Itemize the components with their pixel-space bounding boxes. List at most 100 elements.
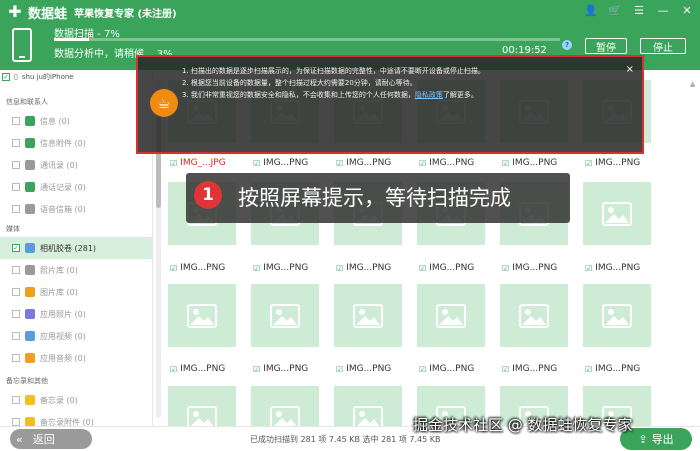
info-icon[interactable]: ? (562, 40, 572, 50)
photo-checkbox[interactable]: ☑ (253, 264, 260, 273)
photo-thumbnail[interactable] (583, 284, 651, 347)
grid-scrollbar[interactable]: ▲ (690, 80, 697, 420)
photo-caption[interactable]: ☑ IMG...PNG (419, 262, 474, 274)
photo-checkbox[interactable]: ☑ (253, 365, 260, 374)
sidebar-item[interactable]: 图片库 (0) (0, 281, 152, 303)
sidebar-item[interactable]: 信息附件 (0) (0, 132, 152, 154)
photo-checkbox[interactable]: ☑ (336, 365, 343, 374)
photo-checkbox[interactable]: ☑ (170, 264, 177, 273)
category-icon (25, 309, 35, 319)
sidebar-item[interactable]: 照片库 (0) (0, 259, 152, 281)
sidebar-item[interactable]: 应用视频 (0) (0, 325, 152, 347)
sidebar-item[interactable]: 信息 (0) (0, 110, 152, 132)
category-icon (25, 182, 35, 192)
photo-filename: IMG...PNG (595, 158, 641, 168)
cart-icon[interactable]: 🛒 (608, 3, 622, 17)
privacy-policy-link[interactable]: 隐私政策 (415, 91, 443, 99)
scroll-up-icon[interactable]: ▲ (690, 80, 695, 88)
sidebar-item[interactable]: 应用照片 (0) (0, 303, 152, 325)
device-checkbox[interactable]: ✓ (2, 73, 10, 81)
photo-checkbox[interactable]: ☑ (502, 159, 509, 168)
photo-caption[interactable]: ☑ IMG...PNG (170, 363, 225, 375)
photo-checkbox[interactable]: ☑ (170, 365, 177, 374)
back-button[interactable]: « 返回 (10, 429, 92, 449)
menu-icon[interactable]: ☰ (632, 3, 646, 17)
sidebar-item-label: 备忘录 (0) (40, 395, 78, 405)
minimize-icon[interactable]: — (656, 3, 670, 17)
photo-checkbox[interactable]: ☑ (419, 264, 426, 273)
sidebar-item-checkbox[interactable] (12, 183, 20, 191)
sidebar-section-title: 备忘录和其他 (6, 377, 48, 385)
photo-caption[interactable]: ☑ IMG...PNG (336, 363, 391, 375)
close-icon[interactable]: ✕ (680, 3, 694, 17)
photo-caption[interactable]: ☑ IMG_...JPG (170, 157, 226, 169)
photo-checkbox[interactable]: ☑ (419, 365, 426, 374)
stop-button[interactable]: 停止 (640, 38, 686, 54)
photo-caption[interactable]: ☑ IMG...PNG (419, 157, 474, 169)
sidebar-item-checkbox[interactable] (12, 266, 20, 274)
sidebar-item-checkbox[interactable] (12, 139, 20, 147)
photo-caption[interactable]: ☑ IMG...PNG (502, 363, 557, 375)
sidebar-item-checkbox[interactable] (12, 288, 20, 296)
sidebar-item-checkbox[interactable] (12, 354, 20, 362)
sidebar-item-checkbox[interactable] (12, 310, 20, 318)
photo-caption[interactable]: ☑ IMG...PNG (419, 363, 474, 375)
category-icon (25, 353, 35, 363)
photo-filename: IMG...PNG (595, 364, 641, 374)
photo-thumbnail[interactable] (500, 284, 568, 347)
photo-caption[interactable]: ☑ IMG...PNG (170, 262, 225, 274)
photo-checkbox[interactable]: ☑ (253, 159, 260, 168)
photo-caption[interactable]: ☑ IMG...PNG (585, 262, 640, 274)
sidebar-item[interactable]: 通话记录 (0) (0, 176, 152, 198)
photo-checkbox[interactable]: ☑ (585, 264, 592, 273)
photo-thumbnail[interactable] (583, 182, 651, 245)
sidebar-item-checkbox[interactable] (12, 418, 20, 426)
device-row[interactable]: ✓ ▯ shu ju的iPhone (0, 70, 152, 84)
sidebar-section-title: 信息和联系人 (6, 98, 48, 106)
photo-thumbnail[interactable] (168, 284, 236, 347)
notice-close-icon[interactable]: × (626, 64, 634, 75)
photo-checkbox[interactable]: ☑ (502, 365, 509, 374)
sidebar-item-checkbox[interactable] (12, 161, 20, 169)
photo-checkbox[interactable]: ☑ (336, 159, 343, 168)
sidebar-item[interactable]: 备忘录 (0) (0, 389, 152, 411)
sidebar-item-checkbox[interactable] (12, 332, 20, 340)
sidebar-item-checkbox[interactable]: ✓ (12, 244, 20, 252)
photo-checkbox[interactable]: ☑ (585, 159, 592, 168)
photo-checkbox[interactable]: ☑ (170, 159, 177, 168)
sidebar-item[interactable]: 通讯录 (0) (0, 154, 152, 176)
photo-caption[interactable]: ☑ IMG...PNG (585, 363, 640, 375)
photo-caption[interactable]: ☑ IMG...PNG (336, 262, 391, 274)
photo-caption[interactable]: ☑ IMG...PNG (336, 157, 391, 169)
photo-caption[interactable]: ☑ IMG...PNG (253, 262, 308, 274)
photo-thumbnail[interactable] (168, 386, 236, 426)
image-placeholder-icon (353, 303, 383, 328)
photo-caption[interactable]: ☑ IMG...PNG (253, 363, 308, 375)
sidebar-item[interactable]: 语音信箱 (0) (0, 198, 152, 220)
photo-thumbnail[interactable] (251, 386, 319, 426)
sidebar-item-checkbox[interactable] (12, 396, 20, 404)
photo-checkbox[interactable]: ☑ (502, 264, 509, 273)
image-placeholder-icon (187, 303, 217, 328)
photo-thumbnail[interactable] (334, 386, 402, 426)
pause-button[interactable]: 暂停 (585, 38, 627, 54)
photo-checkbox[interactable]: ☑ (419, 159, 426, 168)
photo-checkbox[interactable]: ☑ (585, 365, 592, 374)
photo-thumbnail[interactable] (251, 284, 319, 347)
sidebar-item-label: 照片库 (0) (40, 265, 78, 275)
sidebar-item-checkbox[interactable] (12, 117, 20, 125)
sidebar-item-checkbox[interactable] (12, 205, 20, 213)
photo-thumbnail[interactable] (417, 284, 485, 347)
sidebar-item[interactable]: 应用音频 (0) (0, 347, 152, 369)
photo-checkbox[interactable]: ☑ (336, 264, 343, 273)
photo-caption[interactable]: ☑ IMG...PNG (585, 157, 640, 169)
photo-thumbnail[interactable] (334, 284, 402, 347)
sidebar-item[interactable]: ✓ 相机胶卷 (281) (0, 237, 152, 259)
photo-caption[interactable]: ☑ IMG...PNG (502, 262, 557, 274)
scan-progress-fill (54, 38, 90, 41)
user-icon[interactable]: 👤 (584, 3, 598, 17)
photo-caption[interactable]: ☑ IMG...PNG (502, 157, 557, 169)
sidebar-item-label: 应用照片 (0) (40, 309, 86, 319)
photo-caption[interactable]: ☑ IMG...PNG (253, 157, 308, 169)
sidebar-item[interactable]: 备忘录附件 (0) (0, 411, 152, 426)
